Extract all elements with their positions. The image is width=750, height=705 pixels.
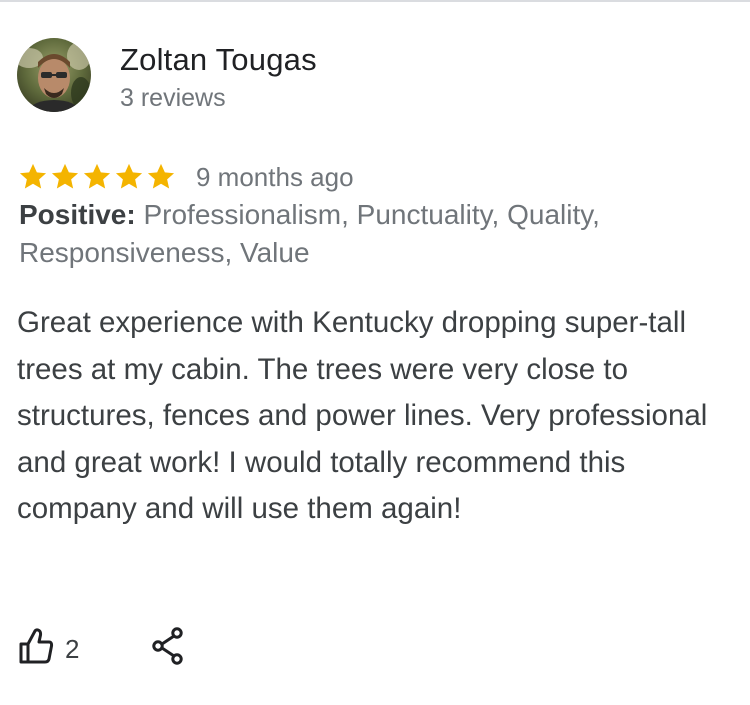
author-name[interactable]: Zoltan Tougas — [120, 40, 317, 80]
star-icon — [145, 161, 177, 193]
top-divider — [0, 0, 750, 2]
rating-row: 9 months ago — [17, 155, 354, 199]
review-text: Great experience with Kentucky dropping … — [17, 306, 708, 525]
review-header: Zoltan Tougas 3 reviews — [17, 38, 317, 114]
like-count: 2 — [65, 633, 80, 664]
review-date: 9 months ago — [196, 162, 354, 192]
thumb-up-icon — [18, 627, 54, 670]
author-review-count: 3 reviews — [120, 84, 226, 112]
share-button[interactable] — [151, 627, 185, 670]
avatar[interactable] — [17, 38, 91, 112]
star-rating — [17, 161, 177, 193]
share-icon — [151, 627, 185, 670]
review-actions: 2 — [18, 627, 185, 670]
attributes-label: Positive: — [19, 199, 136, 230]
like-button[interactable]: 2 — [18, 627, 79, 670]
author-block: Zoltan Tougas 3 reviews — [120, 40, 317, 114]
star-icon — [49, 161, 81, 193]
star-icon — [113, 161, 145, 193]
review-attributes: Positive: Professionalism, Punctuality, … — [19, 196, 719, 272]
star-icon — [81, 161, 113, 193]
star-icon — [17, 161, 49, 193]
